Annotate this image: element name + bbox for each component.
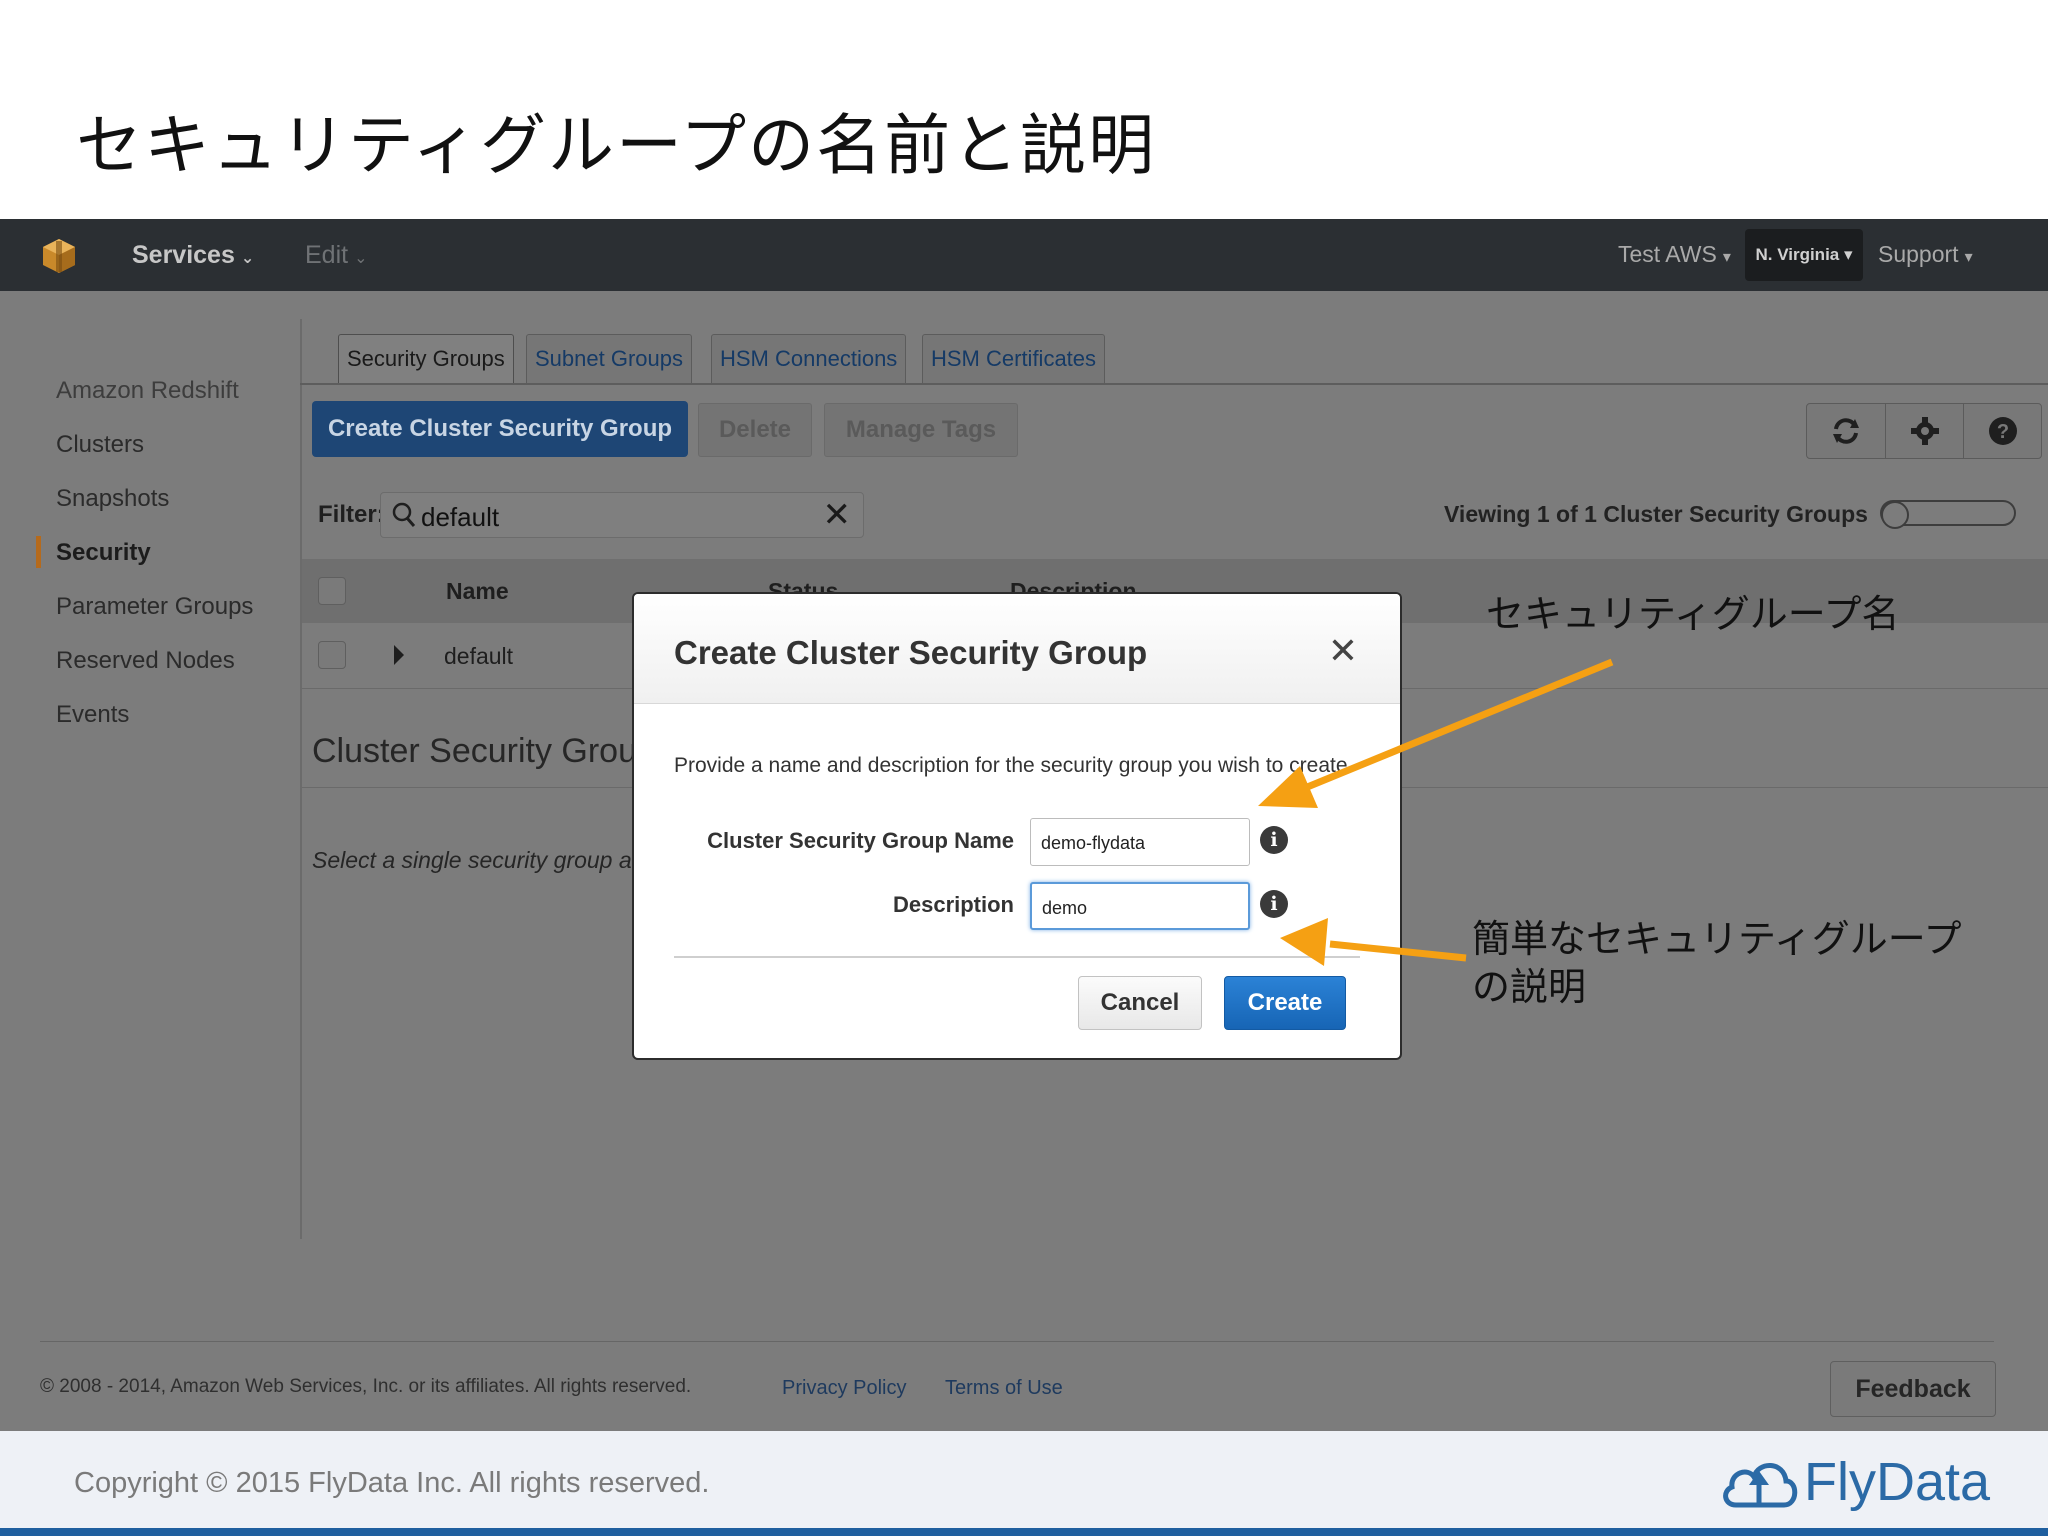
edit-menu[interactable]: Edit ⌄ bbox=[305, 241, 368, 270]
terms-of-use-link[interactable]: Terms of Use bbox=[945, 1377, 1063, 1400]
slide: セキュリティグループの名前と説明 Services ⌄ Edit ⌄ Test AW… bbox=[0, 0, 2048, 1536]
sidebar-item-snapshots[interactable]: Snapshots bbox=[56, 485, 169, 513]
support-menu[interactable]: Support ▾ bbox=[1878, 241, 1973, 268]
create-security-group-dialog: Create Cluster Security Group ✕ Provide … bbox=[632, 592, 1402, 1060]
dialog-divider bbox=[674, 956, 1360, 958]
slide-footer: Copyright © 2015 FlyData Inc. All rights… bbox=[0, 1431, 2048, 1528]
refresh-icon[interactable] bbox=[1807, 404, 1885, 458]
filter-value: default bbox=[421, 502, 500, 532]
dialog-header: Create Cluster Security Group ✕ bbox=[634, 594, 1400, 704]
detail-title: Cluster Security Grou bbox=[312, 732, 637, 770]
svg-text:?: ? bbox=[1996, 421, 2008, 443]
help-icon[interactable]: ? bbox=[1963, 404, 2041, 458]
manage-tags-button[interactable]: Manage Tags bbox=[824, 403, 1018, 457]
caret-down-icon: ▾ bbox=[1722, 249, 1731, 266]
tab-security-groups[interactable]: Security Groups bbox=[338, 334, 514, 384]
delete-button[interactable]: Delete bbox=[698, 403, 812, 457]
tab-hsm-certificates[interactable]: HSM Certificates bbox=[922, 334, 1106, 384]
sidebar-item-reserved-nodes[interactable]: Reserved Nodes bbox=[56, 647, 235, 675]
group-name-input[interactable]: demo-flydata bbox=[1030, 818, 1250, 866]
flydata-logo: FlyData bbox=[1718, 1447, 1998, 1517]
aws-cube-icon[interactable] bbox=[40, 237, 78, 275]
sidebar-item-clusters[interactable]: Clusters bbox=[56, 431, 144, 459]
sidebar-item-security[interactable]: Security bbox=[56, 539, 151, 567]
search-icon bbox=[392, 502, 416, 527]
feedback-button[interactable]: Feedback bbox=[1830, 1361, 1996, 1417]
sidebar-divider bbox=[300, 319, 302, 1239]
create-cluster-security-group-button[interactable]: Create Cluster Security Group bbox=[312, 401, 688, 457]
top-navigation-bar: Services ⌄ Edit ⌄ Test AWS ▾ N. Virginia ▾ … bbox=[0, 219, 2048, 291]
cancel-button[interactable]: Cancel bbox=[1078, 976, 1202, 1030]
description-input[interactable]: demo bbox=[1030, 882, 1250, 930]
viewing-count: Viewing 1 of 1 Cluster Security Groups bbox=[1444, 501, 1868, 527]
dialog-title: Create Cluster Security Group bbox=[674, 634, 1148, 671]
chevron-down-icon: ⌄ bbox=[240, 250, 255, 267]
caret-down-icon: ▾ bbox=[1964, 249, 1973, 266]
tab-subnet-groups[interactable]: Subnet Groups bbox=[526, 334, 692, 384]
column-header-name[interactable]: Name bbox=[446, 578, 509, 605]
expand-row-icon[interactable] bbox=[394, 645, 404, 665]
row-name: default bbox=[444, 643, 514, 669]
brand-name: FlyData bbox=[1804, 1452, 1991, 1512]
description-label: Description bbox=[892, 892, 1014, 917]
dialog-description: Provide a name and description for the s… bbox=[674, 754, 1354, 777]
clear-filter-icon[interactable]: ✕ bbox=[823, 495, 852, 535]
bottom-band bbox=[0, 1528, 2048, 1536]
close-icon[interactable]: ✕ bbox=[1328, 630, 1358, 672]
account-menu[interactable]: Test AWS ▾ bbox=[1618, 241, 1731, 268]
active-indicator bbox=[36, 536, 41, 568]
details-toggle[interactable] bbox=[1880, 500, 2016, 529]
cloud-upload-icon bbox=[1723, 1463, 1798, 1508]
annotation-description-line1: 簡単なセキュリティグループ bbox=[1472, 917, 1962, 961]
privacy-policy-link[interactable]: Privacy Policy bbox=[782, 1377, 906, 1400]
filter-input[interactable]: default ✕ bbox=[380, 492, 864, 538]
services-menu[interactable]: Services ⌄ bbox=[132, 241, 254, 270]
row-checkbox[interactable] bbox=[318, 641, 346, 669]
aws-copyright: © 2008 - 2014, Amazon Web Services, Inc.… bbox=[40, 1376, 692, 1397]
filter-label: Filter: bbox=[318, 501, 385, 528]
chevron-down-icon: ⌄ bbox=[354, 250, 368, 267]
info-icon[interactable]: i bbox=[1260, 826, 1288, 854]
slide-title: セキュリティグループの名前と説明 bbox=[76, 107, 1157, 184]
tab-hsm-connections[interactable]: HSM Connections bbox=[711, 334, 907, 384]
sidebar-header-redshift[interactable]: Amazon Redshift bbox=[56, 377, 239, 405]
create-button[interactable]: Create bbox=[1224, 976, 1346, 1030]
sidebar-item-events[interactable]: Events bbox=[56, 701, 129, 729]
group-name-label: Cluster Security Group Name bbox=[707, 828, 1014, 853]
toolbar-icon-group: ? bbox=[1806, 403, 2042, 459]
annotation-description-line2: の説明 bbox=[1472, 965, 1587, 1009]
info-icon[interactable]: i bbox=[1260, 890, 1288, 918]
footer-divider bbox=[40, 1341, 1994, 1342]
detail-hint: Select a single security group ab bbox=[312, 847, 645, 873]
gear-icon[interactable] bbox=[1885, 404, 1963, 458]
region-selector[interactable]: N. Virginia ▾ bbox=[1745, 229, 1863, 281]
slide-copyright: Copyright © 2015 FlyData Inc. All rights… bbox=[74, 1467, 710, 1499]
sidebar: Amazon Redshift Clusters Snapshots Secur… bbox=[0, 291, 292, 1321]
sidebar-item-parameter-groups[interactable]: Parameter Groups bbox=[56, 593, 253, 621]
select-all-checkbox[interactable] bbox=[318, 577, 346, 605]
annotation-name: セキュリティグループ名 bbox=[1486, 592, 1900, 636]
tab-underline bbox=[300, 383, 2048, 385]
